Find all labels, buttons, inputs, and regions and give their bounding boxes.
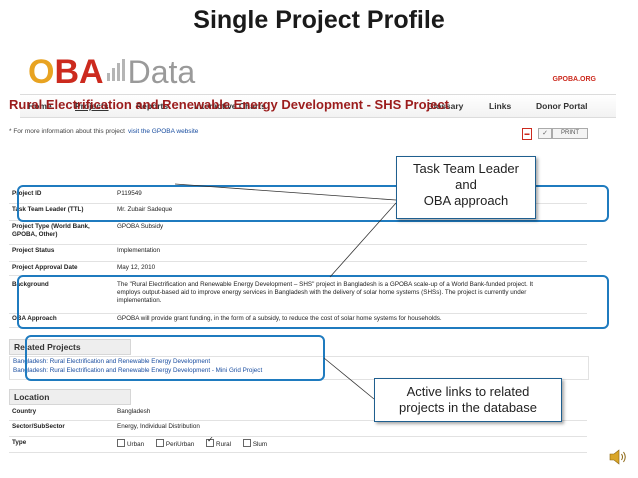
logo-letter-a: A — [79, 53, 104, 91]
check-icon[interactable]: ✓ — [538, 128, 552, 139]
logo-letter-b: B — [54, 53, 80, 91]
obadata-logo[interactable]: OBA Data — [28, 52, 195, 92]
checkbox-icon[interactable] — [242, 439, 251, 447]
nav-donor-portal[interactable]: Donor Portal — [536, 101, 587, 111]
detail-label: Project Status — [12, 247, 55, 254]
type-option-slum[interactable]: Slum — [242, 439, 268, 448]
location-row: Sector/SubSector Energy, Individual Dist… — [9, 420, 587, 437]
gpoba-site-link[interactable]: GPOBA.ORG — [552, 76, 596, 83]
print-button[interactable]: PRINT — [552, 128, 588, 139]
logo-word-data: Data — [127, 54, 196, 90]
callout-line: and — [455, 177, 477, 192]
project-title: Rural Electrification and Renewable Ener… — [9, 97, 449, 112]
type-option-rural[interactable]: Rural — [206, 436, 232, 448]
highlight-related-projects — [25, 335, 325, 381]
detail-value: Implementation — [117, 247, 161, 254]
callout-line: OBA approach — [423, 193, 509, 208]
location-row: Type Urban PeriUrban Rural Slum — [9, 436, 587, 453]
callout-line: projects in the database — [398, 400, 538, 415]
type-option-label: Slum — [252, 441, 268, 448]
checkbox-checked-icon[interactable] — [206, 436, 215, 447]
location-label: Country — [12, 408, 37, 415]
checkbox-icon[interactable] — [117, 439, 125, 447]
type-option-label: PeriUrban — [165, 441, 195, 448]
type-options: Urban PeriUrban Rural Slum — [117, 436, 557, 449]
type-option-label: Rural — [216, 441, 232, 448]
more-info-text: * For more information about this projec… — [9, 128, 125, 135]
type-option-periurban[interactable]: PeriUrban — [155, 439, 195, 448]
location-label: Sector/SubSector — [12, 423, 65, 430]
nav-links[interactable]: Links — [489, 101, 511, 111]
logo-letter-o: O — [28, 53, 55, 91]
highlight-background-oba — [17, 275, 609, 329]
location-heading: Location — [9, 389, 131, 405]
slide-title: Single Project Profile — [193, 6, 445, 34]
type-option-label: Urban — [127, 441, 145, 448]
detail-value: GPOBA Subsidy — [117, 223, 164, 230]
type-option-urban[interactable]: Urban — [117, 439, 145, 448]
callout-related-links: Active links to related projects in the … — [374, 378, 562, 422]
location-label: Type — [12, 439, 27, 446]
location-value: Energy, Individual Distribution — [117, 423, 200, 430]
callout-line: Active links to related — [406, 384, 530, 399]
logo-bars-icon — [106, 59, 125, 81]
detail-row: Project Approval Date May 12, 2010 — [9, 261, 587, 276]
detail-value: May 12, 2010 — [117, 264, 156, 271]
speaker-icon[interactable] — [608, 447, 630, 467]
checkbox-icon[interactable] — [155, 439, 164, 447]
detail-row: Project Status Implementation — [9, 244, 587, 262]
more-info: * For more information about this projec… — [9, 128, 198, 135]
gpoba-website-link[interactable]: visit the GPOBA website — [128, 128, 198, 135]
detail-label: Project Type (World Bank, GPOBA, Other) — [12, 223, 90, 238]
callout-ttl-oba: Task Team Leader and OBA approach — [396, 156, 536, 219]
detail-label: Project Approval Date — [12, 264, 78, 271]
detail-row: Project Type (World Bank, GPOBA, Other) … — [9, 220, 587, 245]
pdf-icon[interactable]: ▬ — [522, 128, 532, 140]
callout-line: Task Team Leader — [413, 161, 519, 176]
